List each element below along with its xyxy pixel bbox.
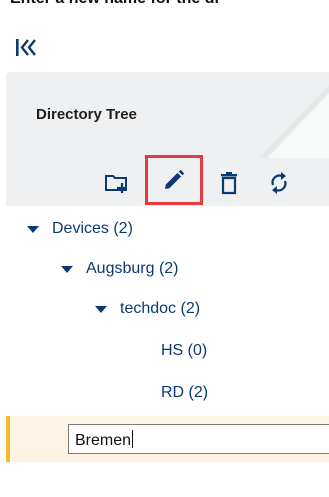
tree-node-label: RD (2) [161,384,209,401]
rename-button[interactable] [145,155,203,205]
refresh-sync-icon [271,172,287,194]
tree-node-label: techdoc (2) [120,300,201,317]
selection-marker [6,416,10,462]
directory-tree-panel: Directory Tree Devices (2) Augsburg (2) … [6,72,329,497]
tree-node-augsburg[interactable]: Augsburg (2) [60,254,179,284]
caret-down-icon[interactable] [26,222,40,236]
delete-trash-icon [221,172,237,195]
tree-node-techdoc[interactable]: techdoc (2) [94,294,200,324]
caret-down-icon[interactable] [60,262,74,276]
delete-button[interactable] [212,166,246,200]
panel-title: Directory Tree [36,106,137,123]
instruction-text: Enter a new name for the di [10,0,219,8]
tree-node-label: Devices (2) [52,220,133,237]
rename-row: Bremen [6,416,329,462]
top-bar [0,12,329,64]
header-decoration-icon [259,84,329,158]
collapse-sidebar-button[interactable] [14,36,40,60]
panel-header: Directory Tree [6,72,329,158]
refresh-button[interactable] [262,166,296,200]
tree-node-label: Augsburg (2) [86,260,179,277]
tree-node-hs[interactable]: HS (0) [161,336,207,366]
tree-node-devices[interactable]: Devices (2) [26,214,133,244]
add-folder-icon [105,175,127,193]
add-folder-button[interactable] [100,166,134,200]
directory-tree: Devices (2) Augsburg (2) techdoc (2) HS … [6,206,329,497]
tree-node-rd[interactable]: RD (2) [161,378,208,408]
rename-pencil-icon [165,169,185,189]
tree-toolbar [6,155,329,206]
caret-down-icon[interactable] [94,302,108,316]
collapse-left-icon [16,39,36,56]
text-cursor [132,430,134,448]
rename-input-value: Bremen [75,430,134,449]
tree-node-label: HS (0) [161,342,208,359]
